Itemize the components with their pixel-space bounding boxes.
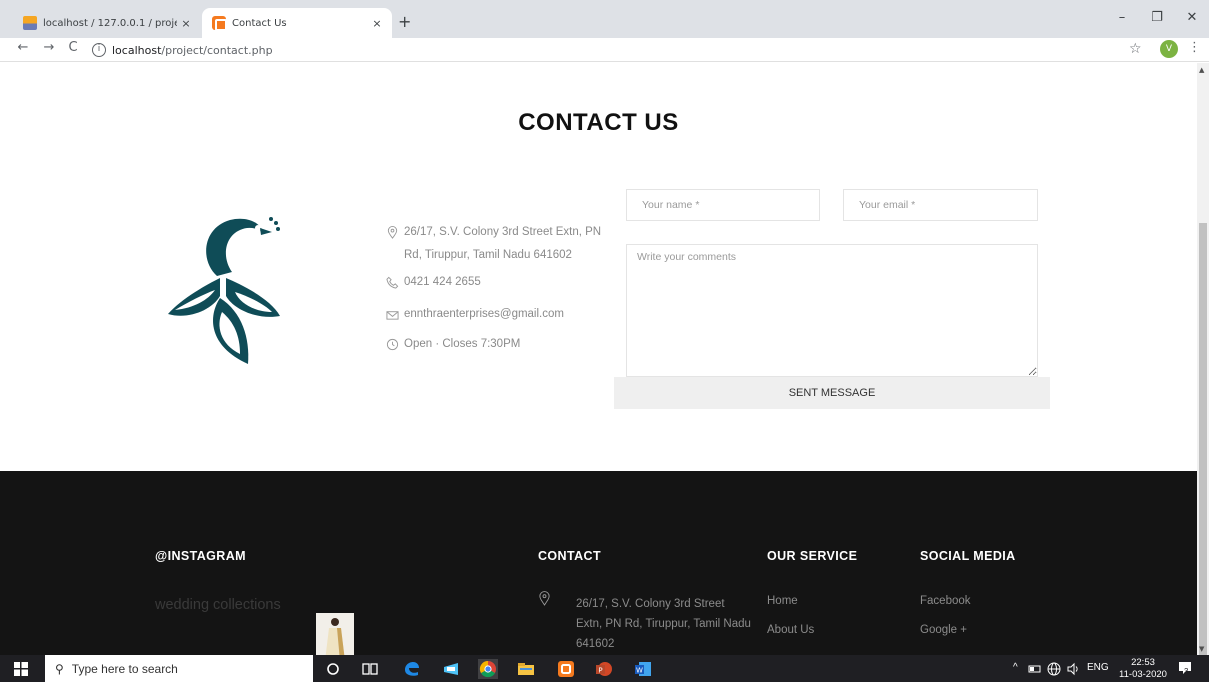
tab-close-icon[interactable]: × xyxy=(368,17,386,30)
footer-link-facebook[interactable]: Facebook xyxy=(920,595,971,607)
file-explorer-icon[interactable] xyxy=(516,659,536,679)
taskbar-clock[interactable]: 22:53 11-03-2020 xyxy=(1118,657,1168,681)
close-window-button[interactable]: ✕ xyxy=(1182,10,1202,25)
language-indicator[interactable]: ENG xyxy=(1087,662,1109,673)
network-globe-icon[interactable] xyxy=(1047,662,1061,676)
footer-link-home[interactable]: Home xyxy=(767,595,798,607)
email-input[interactable] xyxy=(843,189,1038,221)
maximize-button[interactable]: ❐ xyxy=(1147,10,1167,25)
page-viewport: CONTACT US 26/17, S.V. Colony 3rd Street… xyxy=(0,63,1197,655)
new-tab-button[interactable]: + xyxy=(398,12,411,31)
volume-icon[interactable] xyxy=(1066,662,1080,676)
name-input[interactable] xyxy=(626,189,820,221)
phpmyadmin-icon xyxy=(23,16,37,30)
tab-close-icon[interactable]: × xyxy=(177,17,195,30)
url-host: localhost xyxy=(112,43,162,57)
word-icon[interactable]: W xyxy=(633,659,653,679)
mail-icon xyxy=(386,311,399,320)
comments-textarea[interactable] xyxy=(626,244,1038,377)
scroll-down-icon[interactable]: ▼ xyxy=(1199,645,1204,653)
edge-icon[interactable] xyxy=(402,659,422,679)
location-pin-icon xyxy=(539,591,550,606)
taskbar-search[interactable]: ⚲ Type here to search xyxy=(45,655,313,682)
site-info-icon[interactable]: i xyxy=(92,43,106,57)
tab-contact-us[interactable]: Contact Us × xyxy=(202,8,392,38)
page-title: CONTACT US xyxy=(518,109,679,136)
cortana-icon[interactable] xyxy=(323,659,343,679)
svg-text:W: W xyxy=(636,667,643,675)
footer-service-heading: OUR SERVICE xyxy=(767,549,858,563)
footer-link-google[interactable]: Google + xyxy=(920,624,967,636)
tab-title: Contact Us xyxy=(232,17,287,29)
peacock-logo-icon xyxy=(168,217,280,364)
chrome-icon[interactable] xyxy=(478,659,498,679)
scroll-up-icon[interactable]: ▲ xyxy=(1199,66,1204,74)
email-text: ennthraenterprises@gmail.com xyxy=(404,308,564,320)
clock-icon xyxy=(386,338,399,351)
forward-button[interactable]: → xyxy=(40,40,58,55)
address-text: 26/17, S.V. Colony 3rd Street Extn, PN R… xyxy=(404,226,602,261)
phone-icon xyxy=(386,276,399,289)
tab-title: localhost / 127.0.0.1 / project / co xyxy=(43,17,177,29)
send-message-button[interactable]: SENT MESSAGE xyxy=(614,377,1050,409)
svg-text:P: P xyxy=(598,667,602,675)
instagram-caption: wedding collections xyxy=(155,597,281,613)
instagram-photo[interactable] xyxy=(316,613,354,655)
page-scrollbar[interactable]: ▲ ▼ xyxy=(1197,63,1209,655)
notification-count: 3 xyxy=(1184,667,1189,676)
location-pin-icon xyxy=(387,226,398,239)
footer-link-about[interactable]: About Us xyxy=(767,624,814,636)
clock-date: 11-03-2020 xyxy=(1119,669,1167,680)
email-item: ennthraenterprises@gmail.com xyxy=(386,303,611,326)
hours-item: Open · Closes 7:30PM xyxy=(386,333,611,356)
profile-avatar[interactable]: V xyxy=(1160,40,1178,58)
footer-contact-heading: CONTACT xyxy=(538,549,601,563)
footer-social-heading: SOCIAL MEDIA xyxy=(920,549,1016,563)
clock-time: 22:53 xyxy=(1131,657,1155,668)
xampp-taskbar-icon[interactable] xyxy=(556,659,576,679)
phone-item: 0421 424 2655 xyxy=(386,271,611,294)
tray-chevron-icon[interactable]: ^ xyxy=(1013,662,1018,673)
hours-text: Open · Closes 7:30PM xyxy=(404,338,521,350)
footer-instagram-heading: @INSTAGRAM xyxy=(155,549,246,563)
browser-menu-icon[interactable]: ⋮ xyxy=(1188,40,1201,55)
footer-address: 26/17, S.V. Colony 3rd Street Extn, PN R… xyxy=(576,598,751,650)
task-view-icon[interactable] xyxy=(360,659,380,679)
address-bar[interactable]: i localhost/project/contact.php xyxy=(92,40,1152,60)
tab-phpmyadmin[interactable]: localhost / 127.0.0.1 / project / co × xyxy=(13,8,201,38)
browser-toolbar: ← → C i localhost/project/contact.php ☆ xyxy=(0,38,1209,62)
phone-text: 0421 424 2655 xyxy=(404,276,481,288)
windows-taskbar: ⚲ Type here to search P W ^ ENG 22:53 11… xyxy=(0,655,1209,682)
store-app-icon[interactable] xyxy=(441,659,461,679)
minimize-button[interactable]: – xyxy=(1112,10,1132,25)
xampp-icon xyxy=(212,16,227,31)
site-footer: @INSTAGRAM wedding collections CONTACT 2… xyxy=(0,471,1197,655)
windows-start-icon[interactable] xyxy=(14,662,28,676)
back-button[interactable]: ← xyxy=(14,40,32,55)
url-path: /project/contact.php xyxy=(161,43,273,57)
bookmark-star-icon[interactable]: ☆ xyxy=(1129,41,1142,57)
browser-tabstrip: localhost / 127.0.0.1 / project / co × C… xyxy=(0,0,1209,38)
address-item: 26/17, S.V. Colony 3rd Street Extn, PN R… xyxy=(386,221,611,267)
search-icon: ⚲ xyxy=(55,661,64,676)
powerpoint-icon[interactable]: P xyxy=(594,659,614,679)
contact-info: 26/17, S.V. Colony 3rd Street Extn, PN R… xyxy=(386,221,611,356)
reload-button[interactable]: C xyxy=(64,40,82,55)
taskbar-search-placeholder: Type here to search xyxy=(71,661,178,676)
scrollbar-thumb[interactable] xyxy=(1199,223,1207,655)
battery-icon[interactable] xyxy=(1028,662,1042,676)
